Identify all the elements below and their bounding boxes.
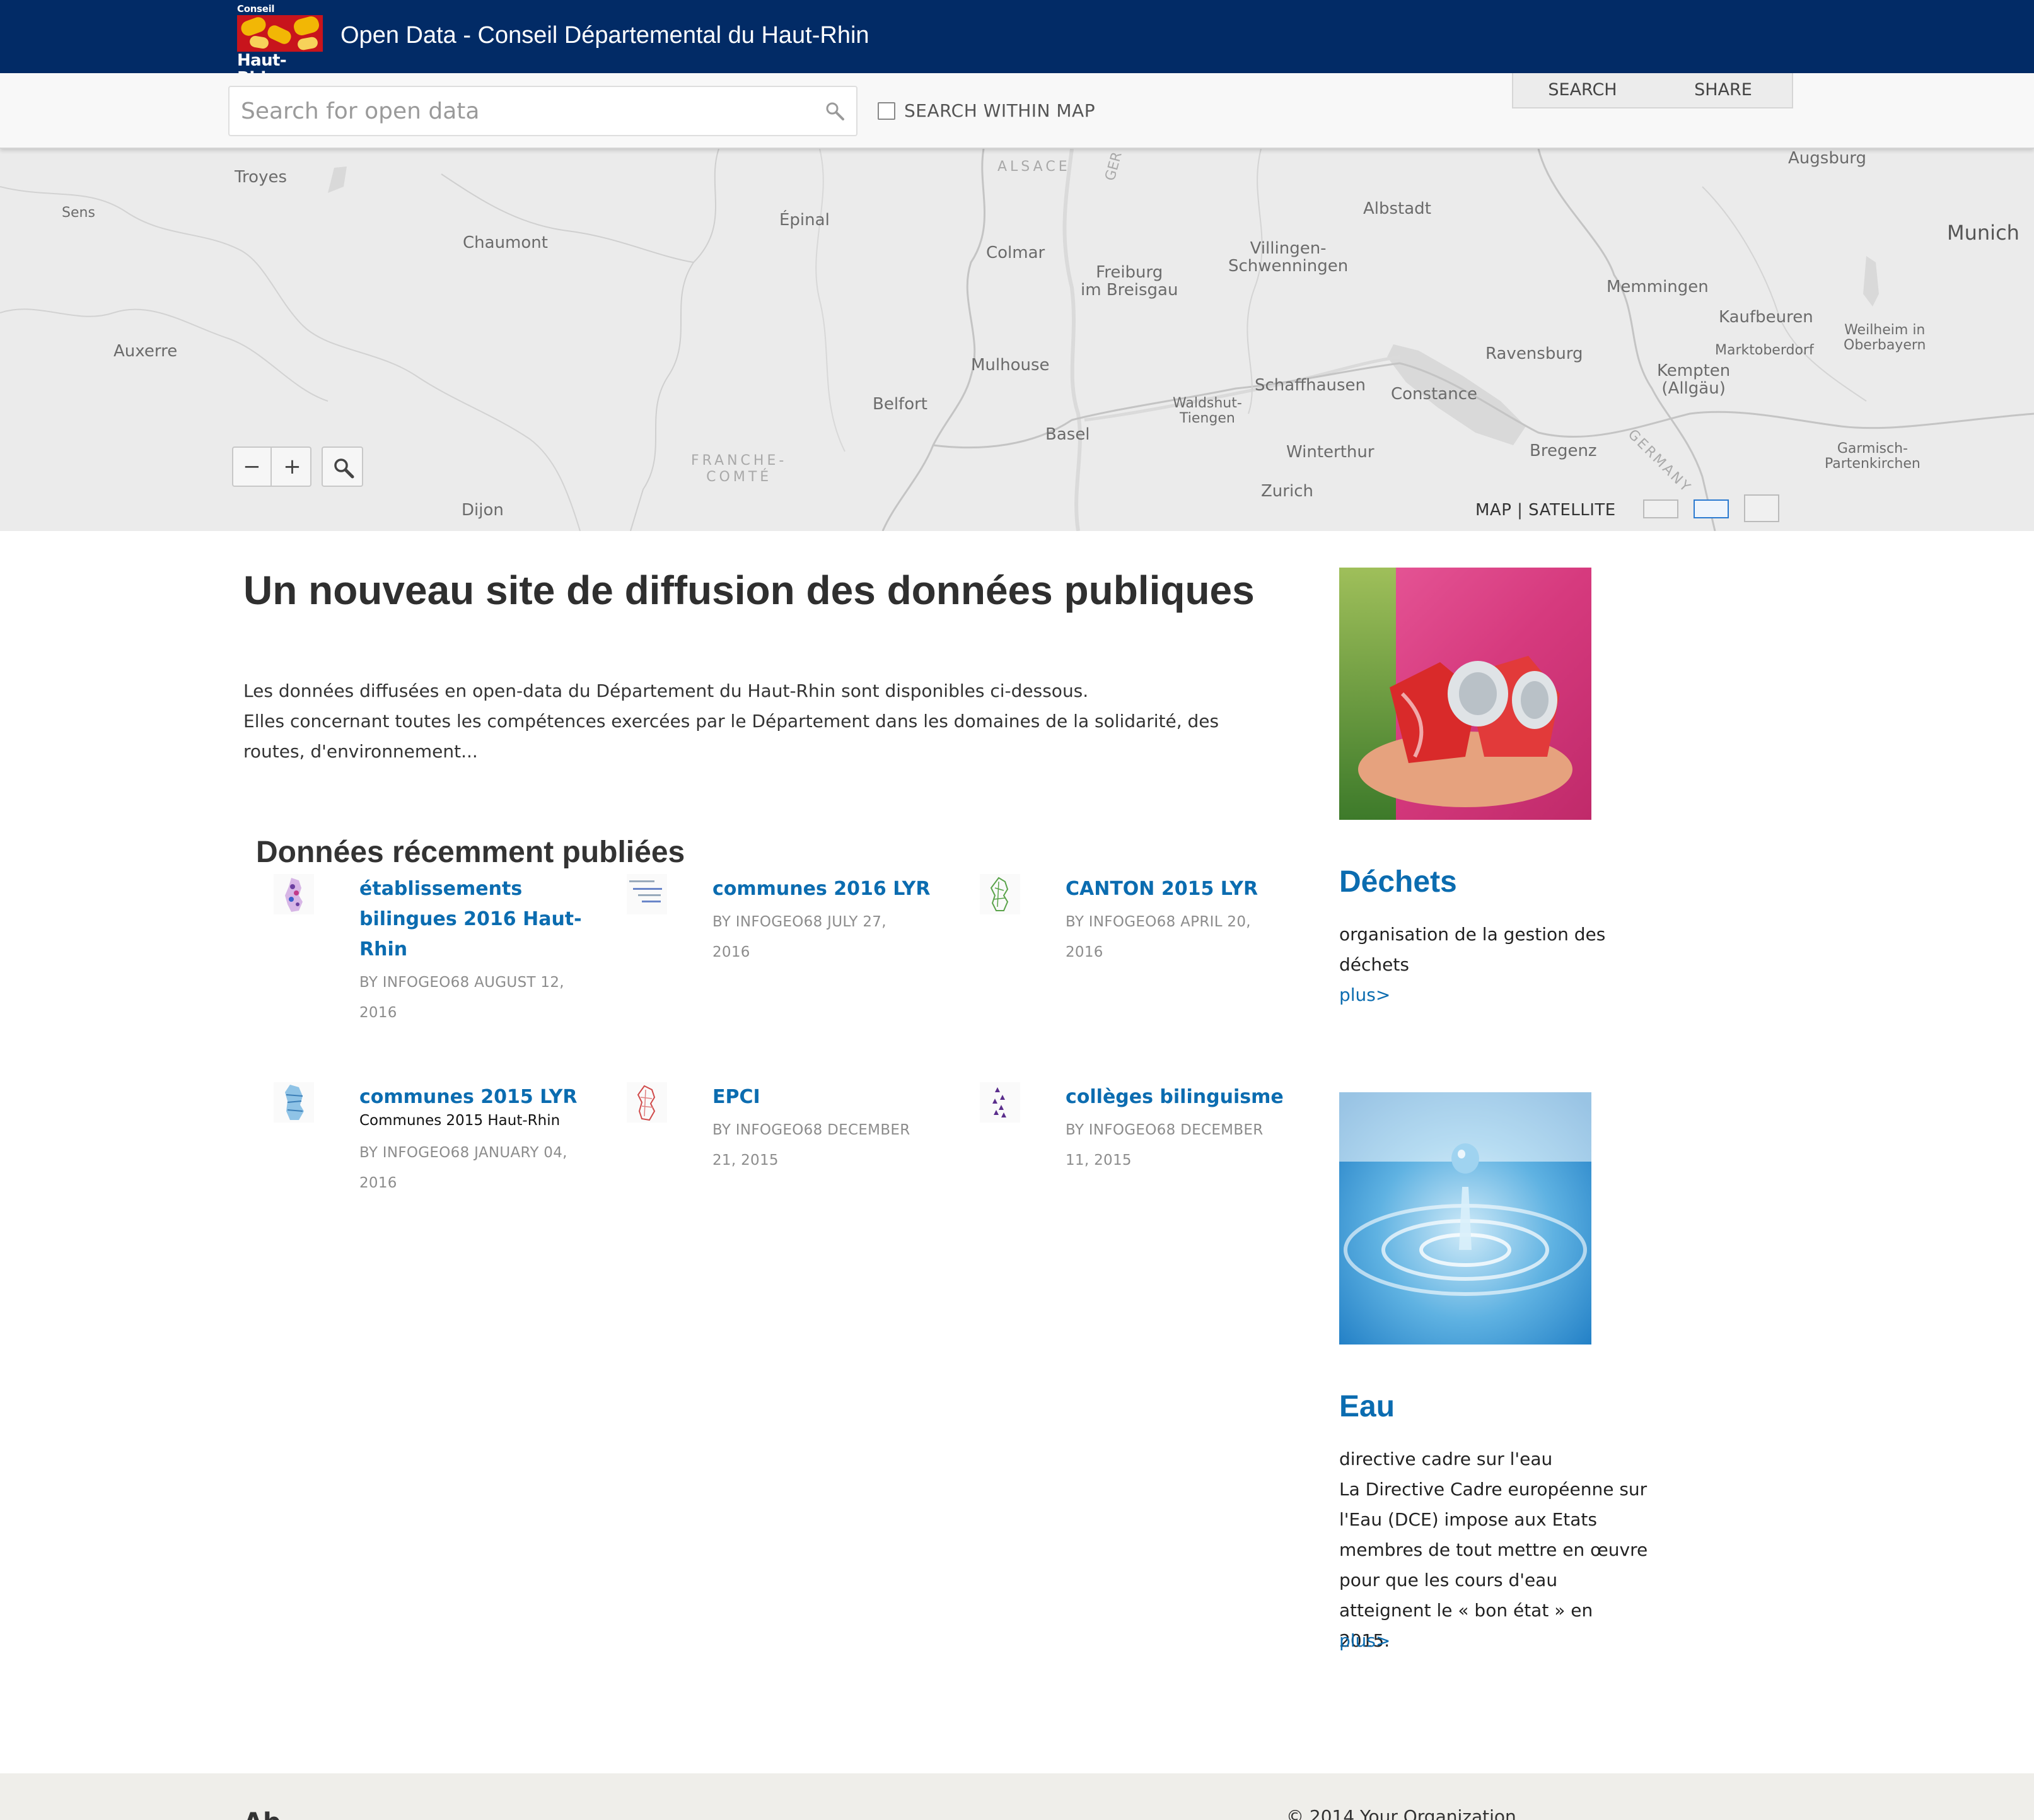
basemap-toggle[interactable]: MAP | SATELLITE (1475, 499, 1616, 521)
map-label-troyes: Troyes (235, 168, 288, 187)
dechets-more-link[interactable]: plus> (1339, 980, 1390, 1010)
dataset-thumbnail[interactable] (980, 1082, 1020, 1123)
map-label-chaumont: Chaumont (463, 233, 548, 252)
eau-title[interactable]: Eau (1339, 1389, 1395, 1425)
dataset-title-link[interactable]: collèges bilinguisme (1066, 1082, 1293, 1112)
map-label-alsace: ALSACE (997, 159, 1071, 175)
map-label-weilheim: Weilheim in Oberbayern (1844, 322, 1926, 353)
search-within-map-label[interactable]: SEARCH WITHIN MAP (904, 100, 1095, 122)
eau-more-link[interactable]: plus> (1339, 1626, 1390, 1656)
map-label-villingen: Villingen- Schwenningen (1228, 239, 1349, 276)
intro-line-1: Les données diffusées en open-data du Dé… (243, 680, 1089, 701)
map-label-basel: Basel (1045, 425, 1090, 444)
map-label-ravensburg: Ravensburg (1485, 344, 1583, 363)
map-label-freiburg: Freiburg im Breisgau (1081, 263, 1178, 300)
map-thumbnail-icon (990, 877, 1009, 911)
dataset-meta: BY INFOGEO68 AUGUST 12, 2016 (359, 974, 564, 1021)
map-label-colmar: Colmar (986, 243, 1045, 262)
map-label-garmisch: Garmisch- Partenkirchen (1825, 441, 1921, 472)
haut-rhin-logo[interactable]: Conseil départemental Haut-Rhin (237, 3, 323, 87)
logo-top-text: Conseil départemental (237, 3, 314, 27)
map-thumbnail-icon (637, 1085, 656, 1121)
search-toolbar: SEARCH WITHIN MAP SEARCH SHARE (0, 73, 2034, 149)
map-label-mulhouse: Mulhouse (971, 356, 1050, 375)
dataset-thumbnail[interactable] (627, 874, 667, 914)
recent-section-title: Données récemment publiées (256, 836, 685, 869)
dataset-thumbnail[interactable] (980, 874, 1020, 914)
dataset-title-link[interactable]: communes 2016 LYR (712, 874, 939, 904)
dataset-meta: BY INFOGEO68 JULY 27, 2016 (712, 914, 886, 960)
map-label-augsburg: Augsburg (1788, 149, 1867, 168)
basemap-thumb-satellite[interactable] (1744, 494, 1779, 522)
map-label-dijon: Dijon (462, 501, 504, 520)
search-within-map-checkbox[interactable] (878, 102, 895, 120)
site-title[interactable]: Open Data - Conseil Départemental du Hau… (340, 19, 869, 52)
map-label-auxerre: Auxerre (113, 342, 178, 361)
dataset-meta: BY INFOGEO68 DECEMBER 11, 2015 (1066, 1122, 1264, 1169)
dataset-meta: BY INFOGEO68 DECEMBER 21, 2015 (712, 1122, 910, 1169)
map-label-franche-comte: FRANCHE- COMTÉ (691, 453, 787, 485)
site-header: Conseil départemental Haut-Rhin Open Dat… (0, 0, 2034, 87)
map-label-kempten: Kempten (Allgäu) (1657, 361, 1731, 398)
map-view[interactable]: Troyes Sens Chaumont Épinal ALSACE GER C… (0, 149, 2034, 531)
zoom-out-button[interactable]: − (233, 448, 272, 486)
dataset-meta: BY INFOGEO68 APRIL 20, 2016 (1066, 914, 1251, 960)
map-label-bregenz: Bregenz (1530, 441, 1597, 460)
footer-copyright: © 2014 Your Organization (1286, 1806, 1516, 1820)
toolbar-tabs: SEARCH SHARE (1512, 73, 1793, 108)
tab-share[interactable]: SHARE (1653, 73, 1793, 107)
eau-image[interactable] (1339, 1092, 1591, 1345)
map-label-belfort: Belfort (873, 395, 928, 414)
map-label-memmingen: Memmingen (1607, 277, 1709, 296)
page-footer: Ab © 2014 Your Organization (0, 1773, 2034, 1820)
dataset-title-link[interactable]: CANTON 2015 LYR (1066, 874, 1293, 904)
dataset-title-link[interactable]: établissements bilingues 2016 Haut-Rhin (359, 874, 586, 965)
intro-line-2: Elles concernant toutes les compétences … (243, 711, 1219, 762)
dechets-image[interactable] (1339, 568, 1591, 820)
magnifier-icon (334, 458, 354, 479)
dataset-title-link[interactable]: communes 2015 LYR (359, 1082, 586, 1112)
dechets-title[interactable]: Déchets (1339, 864, 1457, 901)
basemap-thumb-light[interactable] (1643, 499, 1678, 518)
eau-subtitle: directive cadre sur l'eau (1339, 1449, 1553, 1469)
crushed-cans-image (1339, 568, 1591, 820)
map-label-constance: Constance (1391, 385, 1477, 404)
logo-bottom-text: Haut-Rhin (237, 51, 287, 87)
map-label-epinal: Épinal (779, 211, 830, 230)
zoom-in-button[interactable]: + (273, 448, 311, 486)
dataset-meta: BY INFOGEO68 JANUARY 04, 2016 (359, 1145, 567, 1191)
footer-heading: Ab (243, 1809, 281, 1820)
dechets-text: organisation de la gestion des déchets (1339, 924, 1606, 975)
search-input[interactable] (230, 87, 810, 135)
tab-search[interactable]: SEARCH (1513, 73, 1652, 107)
water-drop-image (1339, 1092, 1591, 1345)
intro-text: Les données diffusées en open-data du Dé… (243, 676, 1277, 767)
search-icon[interactable] (825, 101, 845, 121)
dataset-title-link[interactable]: EPCI (712, 1082, 939, 1112)
dataset-thumbnail[interactable] (627, 1082, 667, 1123)
map-label-waldshut: Waldshut- Tiengen (1173, 395, 1242, 426)
map-thumbnail-icon (285, 1085, 304, 1120)
dataset-subtitle: Communes 2015 Haut-Rhin (359, 1112, 561, 1129)
map-thumbnail-icon (285, 878, 303, 912)
logo-emblem (237, 15, 323, 52)
map-label-kaufbeuren: Kaufbeuren (1719, 308, 1813, 327)
basemap-thumb-selected[interactable] (1694, 499, 1729, 518)
map-label-munich: Munich (1947, 221, 2019, 245)
map-thumbnail-icon (992, 1087, 1006, 1117)
map-label-winterthur: Winterthur (1286, 443, 1374, 462)
intro-title: Un nouveau site de diffusion des données… (243, 568, 1255, 613)
map-label-zurich: Zurich (1261, 482, 1313, 501)
zoom-control: − + (232, 446, 311, 487)
dataset-thumbnail[interactable] (274, 874, 314, 914)
dataset-thumbnail[interactable] (274, 1082, 314, 1123)
map-label-schaffhausen: Schaffhausen (1255, 376, 1366, 395)
map-label-marktoberdorf: Marktoberdorf (1715, 342, 1814, 358)
map-search-button[interactable] (322, 446, 363, 487)
map-label-sens: Sens (62, 205, 95, 221)
search-box (228, 86, 857, 136)
map-thumbnail-icon (629, 880, 662, 902)
map-label-albstadt: Albstadt (1363, 199, 1431, 218)
